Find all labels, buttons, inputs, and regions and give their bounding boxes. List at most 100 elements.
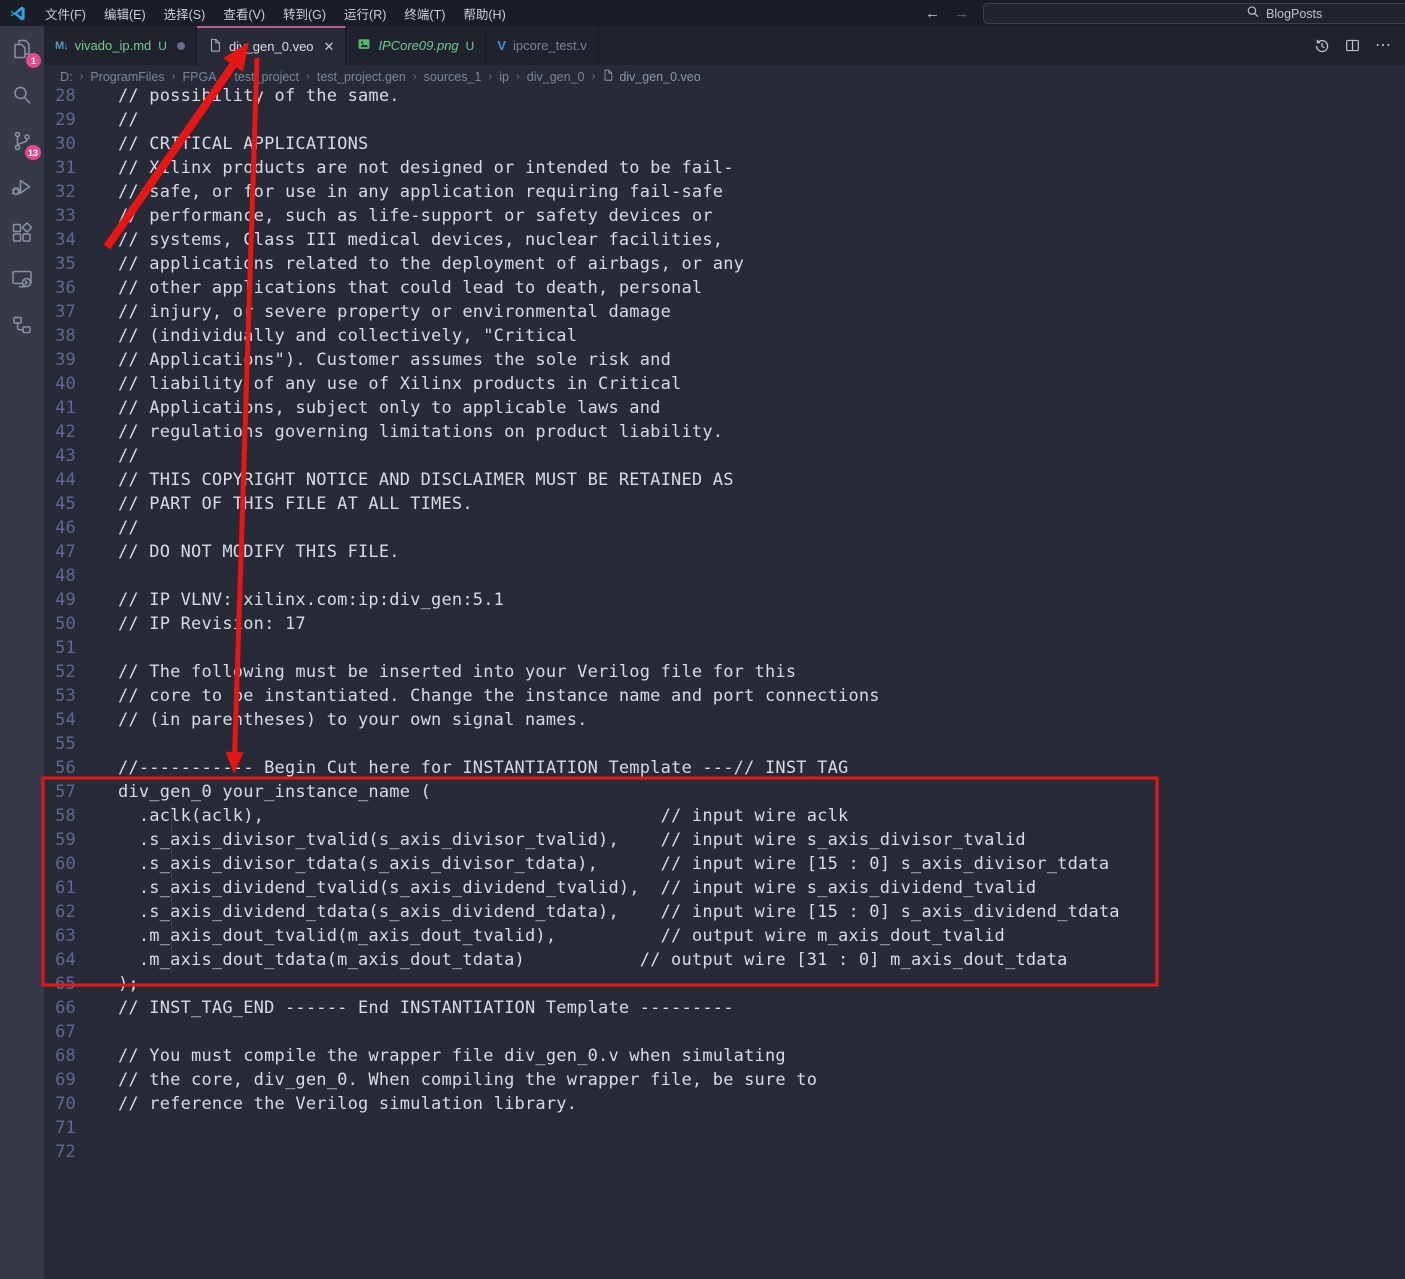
code-text[interactable]: ); (76, 972, 139, 996)
line-number[interactable]: 60 (44, 852, 76, 876)
breadcrumb-item-FPGA[interactable]: FPGA (183, 70, 217, 84)
close-icon[interactable]: ✕ (324, 39, 335, 55)
code-text[interactable]: div_gen_0 your_instance_name ( (76, 780, 431, 804)
breadcrumb-item-div_gen_0[interactable]: div_gen_0 (527, 70, 585, 84)
more-actions-button[interactable]: ⋯ (1375, 41, 1391, 51)
code-text[interactable]: // IP Revision: 17 (76, 612, 306, 636)
code-text[interactable]: .aclk(aclk), // input wire aclk (76, 804, 848, 828)
code-text[interactable]: // (in parentheses) to your own signal n… (76, 708, 588, 732)
code-text[interactable]: // reference the Verilog simulation libr… (76, 1092, 577, 1116)
line-number[interactable]: 55 (44, 732, 76, 756)
line-number[interactable]: 52 (44, 660, 76, 684)
line-number[interactable]: 29 (44, 108, 76, 132)
line-number[interactable]: 37 (44, 300, 76, 324)
code-text[interactable]: .s_axis_divisor_tvalid(s_axis_divisor_tv… (76, 828, 1026, 852)
line-number[interactable]: 72 (44, 1140, 76, 1164)
code-text[interactable]: // You must compile the wrapper file div… (76, 1044, 786, 1068)
activity-item-extensions[interactable] (0, 210, 44, 256)
code-text[interactable]: // THIS COPYRIGHT NOTICE AND DISCLAIMER … (76, 468, 734, 492)
line-number[interactable]: 34 (44, 228, 76, 252)
breadcrumb-item-test_project.gen[interactable]: test_project.gen (317, 70, 406, 84)
line-number[interactable]: 43 (44, 444, 76, 468)
code-editor[interactable]: 28// possibility of the same.29 // 30// CR… (44, 88, 1405, 1279)
line-number[interactable]: 45 (44, 492, 76, 516)
code-text[interactable]: // DO NOT MODIFY THIS FILE. (76, 540, 400, 564)
breadcrumb-item-D:[interactable]: D: (60, 70, 73, 84)
code-text[interactable]: // possibility of the same. (76, 88, 400, 108)
line-number[interactable]: 56 (44, 756, 76, 780)
menu-item-6[interactable]: 终端(T) (395, 0, 454, 26)
activity-item-search[interactable] (0, 72, 44, 118)
line-number[interactable]: 66 (44, 996, 76, 1020)
code-text[interactable]: .m_axis_dout_tdata(m_axis_dout_tdata) //… (76, 948, 1068, 972)
menu-item-2[interactable]: 选择(S) (155, 0, 215, 26)
line-number[interactable]: 49 (44, 588, 76, 612)
activity-item-remote-explorer[interactable] (0, 256, 44, 302)
code-text[interactable]: // core to be instantiated. Change the i… (76, 684, 880, 708)
line-number[interactable]: 41 (44, 396, 76, 420)
code-text[interactable]: // Applications"). Customer assumes the … (76, 348, 671, 372)
line-number[interactable]: 70 (44, 1092, 76, 1116)
tab-IPCore09.png[interactable]: IPCore09.pngU (346, 26, 486, 65)
activity-item-files[interactable]: 1 (0, 26, 44, 72)
code-text[interactable]: .m_axis_dout_tvalid(m_axis_dout_tvalid),… (76, 924, 1005, 948)
line-number[interactable]: 68 (44, 1044, 76, 1068)
breadcrumb-item-file[interactable]: div_gen_0.veo (602, 69, 700, 84)
tab-ipcore_test.v[interactable]: Vipcore_test.v (486, 26, 598, 65)
line-number[interactable]: 63 (44, 924, 76, 948)
code-text[interactable]: // injury, or severe property or environ… (76, 300, 671, 324)
line-number[interactable]: 40 (44, 372, 76, 396)
line-number[interactable]: 53 (44, 684, 76, 708)
line-number[interactable]: 30 (44, 132, 76, 156)
code-text[interactable]: // (76, 444, 139, 468)
nav-back-button[interactable]: ← (925, 5, 940, 22)
code-text[interactable] (76, 564, 118, 588)
line-number[interactable]: 59 (44, 828, 76, 852)
line-number[interactable]: 28 (44, 88, 76, 108)
activity-item-source-control[interactable]: 13 (0, 118, 44, 164)
line-number[interactable]: 71 (44, 1116, 76, 1140)
breadcrumb-item-sources_1[interactable]: sources_1 (424, 70, 482, 84)
menu-item-4[interactable]: 转到(G) (274, 0, 335, 26)
line-number[interactable]: 62 (44, 900, 76, 924)
code-text[interactable]: //----------- Begin Cut here for INSTANT… (76, 756, 848, 780)
line-number[interactable]: 50 (44, 612, 76, 636)
line-number[interactable]: 46 (44, 516, 76, 540)
line-number[interactable]: 54 (44, 708, 76, 732)
line-number[interactable]: 42 (44, 420, 76, 444)
code-text[interactable]: // performance, such as life-support or … (76, 204, 713, 228)
breadcrumb-item-test_project[interactable]: test_project (234, 70, 299, 84)
line-number[interactable]: 38 (44, 324, 76, 348)
code-text[interactable] (76, 1116, 118, 1140)
line-number[interactable]: 33 (44, 204, 76, 228)
line-number[interactable]: 47 (44, 540, 76, 564)
command-center-search[interactable]: BlogPosts (983, 3, 1405, 24)
breadcrumb-item-ip[interactable]: ip (499, 70, 509, 84)
menu-item-3[interactable]: 查看(V) (214, 0, 274, 26)
line-number[interactable]: 64 (44, 948, 76, 972)
line-number[interactable]: 58 (44, 804, 76, 828)
line-number[interactable]: 44 (44, 468, 76, 492)
line-number[interactable]: 32 (44, 180, 76, 204)
line-number[interactable]: 61 (44, 876, 76, 900)
code-text[interactable]: // systems, Class III medical devices, n… (76, 228, 723, 252)
line-number[interactable]: 65 (44, 972, 76, 996)
line-number[interactable]: 31 (44, 156, 76, 180)
code-text[interactable]: .s_axis_dividend_tdata(s_axis_dividend_t… (76, 900, 1120, 924)
code-text[interactable]: // regulations governing limitations on … (76, 420, 723, 444)
code-text[interactable]: // safe, or for use in any application r… (76, 180, 723, 204)
timeline-history-button[interactable] (1314, 38, 1330, 54)
code-text[interactable]: // CRITICAL APPLICATIONS (76, 132, 368, 156)
code-text[interactable] (76, 636, 118, 660)
line-number[interactable]: 69 (44, 1068, 76, 1092)
menu-item-0[interactable]: 文件(F) (36, 0, 95, 26)
menu-item-1[interactable]: 编辑(E) (95, 0, 155, 26)
line-number[interactable]: 36 (44, 276, 76, 300)
code-text[interactable]: .s_axis_divisor_tdata(s_axis_divisor_tda… (76, 852, 1109, 876)
menu-item-7[interactable]: 帮助(H) (454, 0, 514, 26)
nav-forward-button[interactable]: → (954, 5, 969, 22)
breadcrumb-item-ProgramFiles[interactable]: ProgramFiles (90, 70, 164, 84)
code-text[interactable]: // liability of any use of Xilinx produc… (76, 372, 681, 396)
menu-item-5[interactable]: 运行(R) (335, 0, 395, 26)
code-text[interactable]: // applications related to the deploymen… (76, 252, 744, 276)
